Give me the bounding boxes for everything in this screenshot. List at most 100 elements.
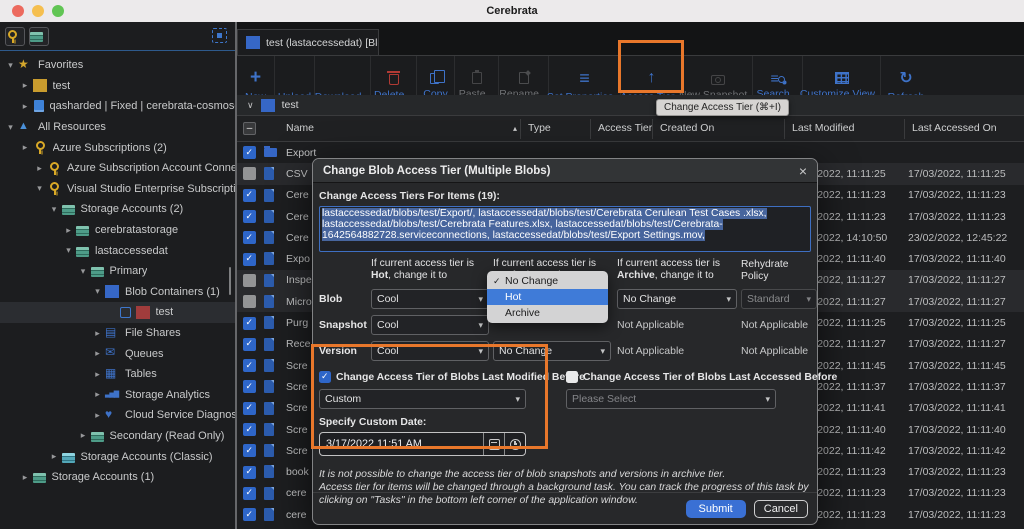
sort-ascending-icon[interactable]: ▴ xyxy=(513,124,517,133)
column-last-accessed-on[interactable]: Last Accessed On xyxy=(912,122,997,134)
tree-caret-icon[interactable] xyxy=(93,369,102,380)
tree-caret-icon[interactable] xyxy=(79,266,88,277)
tree-item[interactable]: Queues xyxy=(0,343,235,364)
row-checkbox[interactable] xyxy=(243,487,256,500)
blob-rehydrate-combo[interactable]: Standard▾ xyxy=(741,289,817,309)
row-checkbox[interactable] xyxy=(243,380,256,393)
select-all-checkbox[interactable] xyxy=(243,122,256,135)
row-checkbox[interactable] xyxy=(243,274,256,287)
tree-item[interactable]: Storage Analytics xyxy=(0,385,235,406)
version-hot-combo[interactable]: Cool▾ xyxy=(371,341,489,361)
tree-item[interactable]: Primary xyxy=(0,261,235,282)
group-row-test[interactable]: ∨ test xyxy=(237,95,1024,116)
column-type[interactable]: Type xyxy=(528,122,551,134)
row-checkbox[interactable] xyxy=(243,231,256,244)
time-picker-button[interactable] xyxy=(504,433,525,455)
tree-caret-icon[interactable] xyxy=(79,430,88,441)
last-accessed-checkbox[interactable] xyxy=(566,371,578,383)
tree-caret-icon[interactable] xyxy=(21,101,30,112)
row-checkbox[interactable] xyxy=(243,146,256,159)
tree-caret-icon[interactable] xyxy=(6,122,15,133)
submit-button[interactable]: Submit xyxy=(686,500,746,518)
tree-item-label: Cloud Service Diagnostics xyxy=(125,409,235,421)
tree-caret-icon[interactable] xyxy=(64,225,73,236)
column-access-tier[interactable]: Access Tier xyxy=(598,122,652,134)
tree-item[interactable]: All Resources xyxy=(0,117,235,138)
tree-caret-icon[interactable] xyxy=(21,142,30,153)
row-checkbox[interactable] xyxy=(243,253,256,266)
row-checkbox[interactable] xyxy=(243,444,256,457)
sidebar-scrollbar[interactable] xyxy=(229,267,231,295)
tree-item-checkbox[interactable] xyxy=(120,307,131,318)
tree-item[interactable]: Azure Subscriptions (2) xyxy=(0,137,235,158)
tree-caret-icon[interactable] xyxy=(93,348,102,359)
row-checkbox[interactable] xyxy=(243,359,256,372)
tree-item[interactable]: Secondary (Read Only) xyxy=(0,426,235,447)
close-icon[interactable]: × xyxy=(799,163,807,179)
tree-item[interactable]: Blob Containers (1) xyxy=(0,282,235,303)
tree-item[interactable]: Storage Accounts (2) xyxy=(0,199,235,220)
row-checkbox[interactable] xyxy=(243,167,256,180)
tab-blob-container[interactable]: test (lastaccessedat) [Blob xyxy=(237,29,379,55)
tree-item[interactable]: Favorites xyxy=(0,55,235,76)
tree-caret-icon[interactable] xyxy=(6,60,15,71)
last-accessed-combo[interactable]: Please Select▾ xyxy=(566,389,776,409)
tree-caret-icon[interactable] xyxy=(21,472,30,483)
tree-caret-icon[interactable] xyxy=(35,183,44,194)
row-checkbox[interactable] xyxy=(243,402,256,415)
cancel-button[interactable]: Cancel xyxy=(754,500,808,518)
connections-key-button[interactable] xyxy=(5,27,25,46)
blob-archive-combo[interactable]: No Change▾ xyxy=(617,289,737,309)
dialog-header[interactable]: Change Blob Access Tier (Multiple Blobs)… xyxy=(313,159,817,183)
row-name: Cere xyxy=(286,211,309,223)
tree-item[interactable]: Storage Accounts (1) xyxy=(0,467,235,488)
tree-item[interactable]: Visual Studio Enterprise Subscription – xyxy=(0,179,235,200)
tree-item[interactable]: Azure Subscription Account Connection xyxy=(0,158,235,179)
custom-date-value[interactable]: 3/17/2022 11:51 AM xyxy=(320,438,483,450)
row-checkbox[interactable] xyxy=(243,466,256,479)
storage-accounts-button[interactable] xyxy=(29,27,49,46)
custom-date-input[interactable]: 3/17/2022 11:51 AM xyxy=(319,432,526,456)
dropdown-option[interactable]: Archive xyxy=(487,305,608,321)
expand-collapse-all-button[interactable] xyxy=(212,28,227,43)
column-created-on[interactable]: Created On xyxy=(660,122,714,134)
tree-caret-icon[interactable] xyxy=(93,389,102,400)
tree-caret-icon[interactable] xyxy=(93,286,102,297)
tree-item[interactable]: lastaccessedat xyxy=(0,240,235,261)
row-checkbox[interactable] xyxy=(243,295,256,308)
tree-caret-icon[interactable] xyxy=(21,80,30,91)
version-cool-combo[interactable]: No Change▾ xyxy=(493,341,611,361)
items-textarea[interactable]: lastaccessedat/blobs/test/Export/, lasta… xyxy=(319,206,811,252)
row-checkbox[interactable] xyxy=(243,210,256,223)
row-checkbox[interactable] xyxy=(243,317,256,330)
row-checkbox[interactable] xyxy=(243,423,256,436)
tree-caret-icon[interactable] xyxy=(64,245,73,256)
tree-caret-icon[interactable] xyxy=(50,451,59,462)
tree-item[interactable]: Storage Accounts (Classic) xyxy=(0,446,235,467)
tree-item[interactable]: Cloud Service Diagnostics xyxy=(0,405,235,426)
tree-item[interactable]: File Shares xyxy=(0,323,235,344)
snapshot-hot-combo[interactable]: Cool▾ xyxy=(371,315,489,335)
tree-item[interactable]: cerebratastorage xyxy=(0,220,235,241)
tree-item[interactable]: qasharded | Fixed | cerebrata-cosmosdb-m xyxy=(0,96,235,117)
tree-item[interactable]: Tables xyxy=(0,364,235,385)
group-collapse-icon[interactable]: ∨ xyxy=(247,100,254,111)
row-checkbox[interactable] xyxy=(243,338,256,351)
tree-item[interactable]: test xyxy=(0,76,235,97)
column-last-modified[interactable]: Last Modified xyxy=(792,122,854,134)
tree-caret-icon[interactable] xyxy=(93,328,102,339)
tree-item[interactable]: test xyxy=(0,302,235,323)
dropdown-option[interactable]: ✓ No Change xyxy=(487,273,608,289)
tree-caret-icon[interactable] xyxy=(50,204,59,215)
file-icon xyxy=(264,295,274,308)
last-modified-combo[interactable]: Custom▾ xyxy=(319,389,526,409)
calendar-picker-button[interactable] xyxy=(483,433,504,455)
tree-caret-icon[interactable] xyxy=(93,410,102,421)
dropdown-option[interactable]: Hot xyxy=(487,289,608,305)
last-modified-checkbox[interactable] xyxy=(319,371,331,383)
column-name[interactable]: Name xyxy=(286,122,314,134)
row-checkbox[interactable] xyxy=(243,508,256,521)
blob-hot-combo[interactable]: Cool▾ xyxy=(371,289,489,309)
row-checkbox[interactable] xyxy=(243,189,256,202)
tree-caret-icon[interactable] xyxy=(35,163,44,174)
